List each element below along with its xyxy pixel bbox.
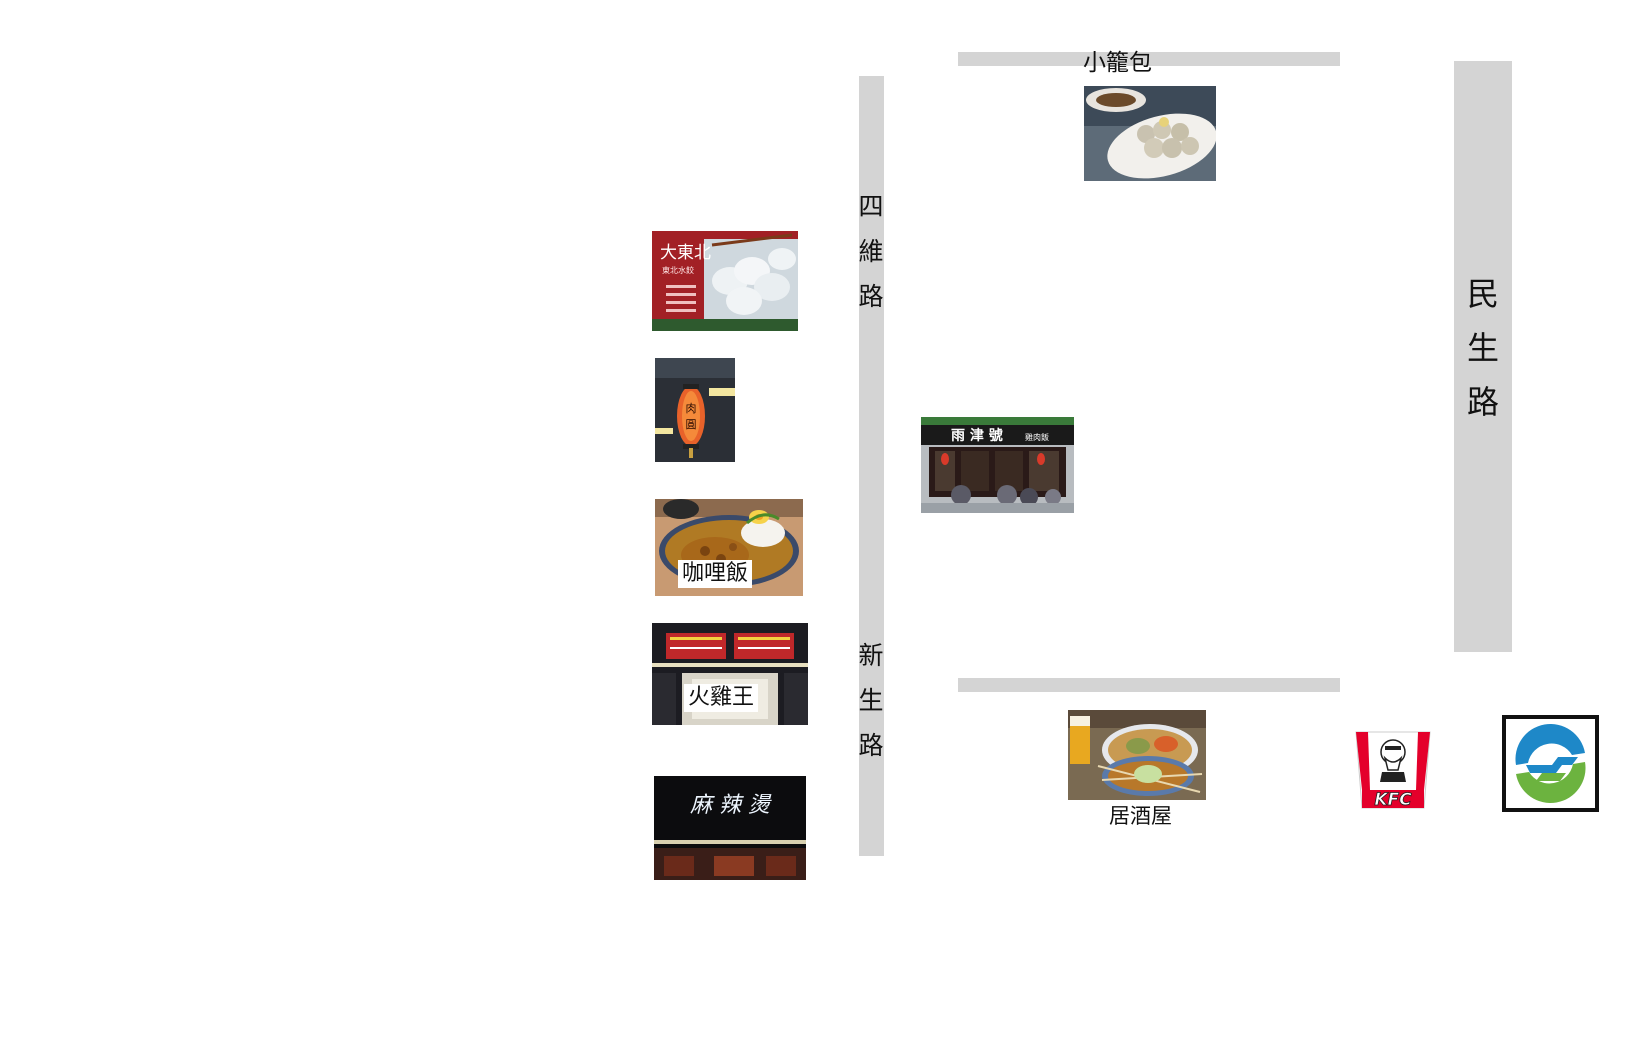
meatball-photo[interactable]: 肉 圓	[655, 358, 735, 462]
kfc-text: KFC	[1374, 790, 1412, 810]
mala-sign-text: 麻 辣 燙	[690, 793, 772, 818]
izakaya-photo[interactable]	[1068, 710, 1206, 800]
road-name-xinsheng: 新 生 路	[856, 643, 886, 758]
road-char: 生	[1466, 329, 1499, 367]
turkey-label: 火雞王	[684, 684, 759, 713]
road-name-minsheng: 民 生 路	[1462, 278, 1504, 418]
xiaolongbao-photo[interactable]	[1084, 86, 1216, 181]
mala-photo[interactable]: 麻 辣 燙	[654, 776, 806, 880]
xiaolongbao-label: 小籠包	[1083, 50, 1152, 76]
road-char: 四	[858, 192, 884, 221]
road-char: 民	[1466, 275, 1499, 313]
road-char: 生	[858, 686, 884, 715]
road-bottom-horizontal	[958, 678, 1340, 692]
road-char: 路	[858, 282, 884, 311]
meatball-sign-text-1: 肉	[686, 402, 697, 415]
road-char: 新	[858, 641, 884, 670]
dumpling-sign-subtext: 東北水餃	[662, 265, 694, 275]
chicken-sign-text: 雨 津 號	[951, 427, 1003, 444]
izakaya-label: 居酒屋	[1109, 804, 1172, 828]
kfc-logo[interactable]: KFC	[1354, 730, 1432, 810]
dumpling-sign-text: 大東北	[660, 243, 711, 263]
meatball-sign-text-2: 圓	[686, 418, 697, 431]
road-char: 維	[858, 237, 884, 266]
dumpling-photo[interactable]: 大東北 東北水餃	[652, 231, 798, 331]
curry-label: 咖哩飯	[678, 560, 753, 589]
road-char: 路	[1466, 383, 1499, 421]
road-char: 路	[858, 731, 884, 760]
metro-station-icon[interactable]	[1502, 715, 1599, 812]
chicken-sign-subtext: 雞肉飯	[1025, 432, 1049, 442]
road-name-siwei: 四 維 路	[856, 194, 886, 309]
chicken-rice-photo[interactable]: 雨 津 號 雞肉飯	[921, 417, 1074, 513]
